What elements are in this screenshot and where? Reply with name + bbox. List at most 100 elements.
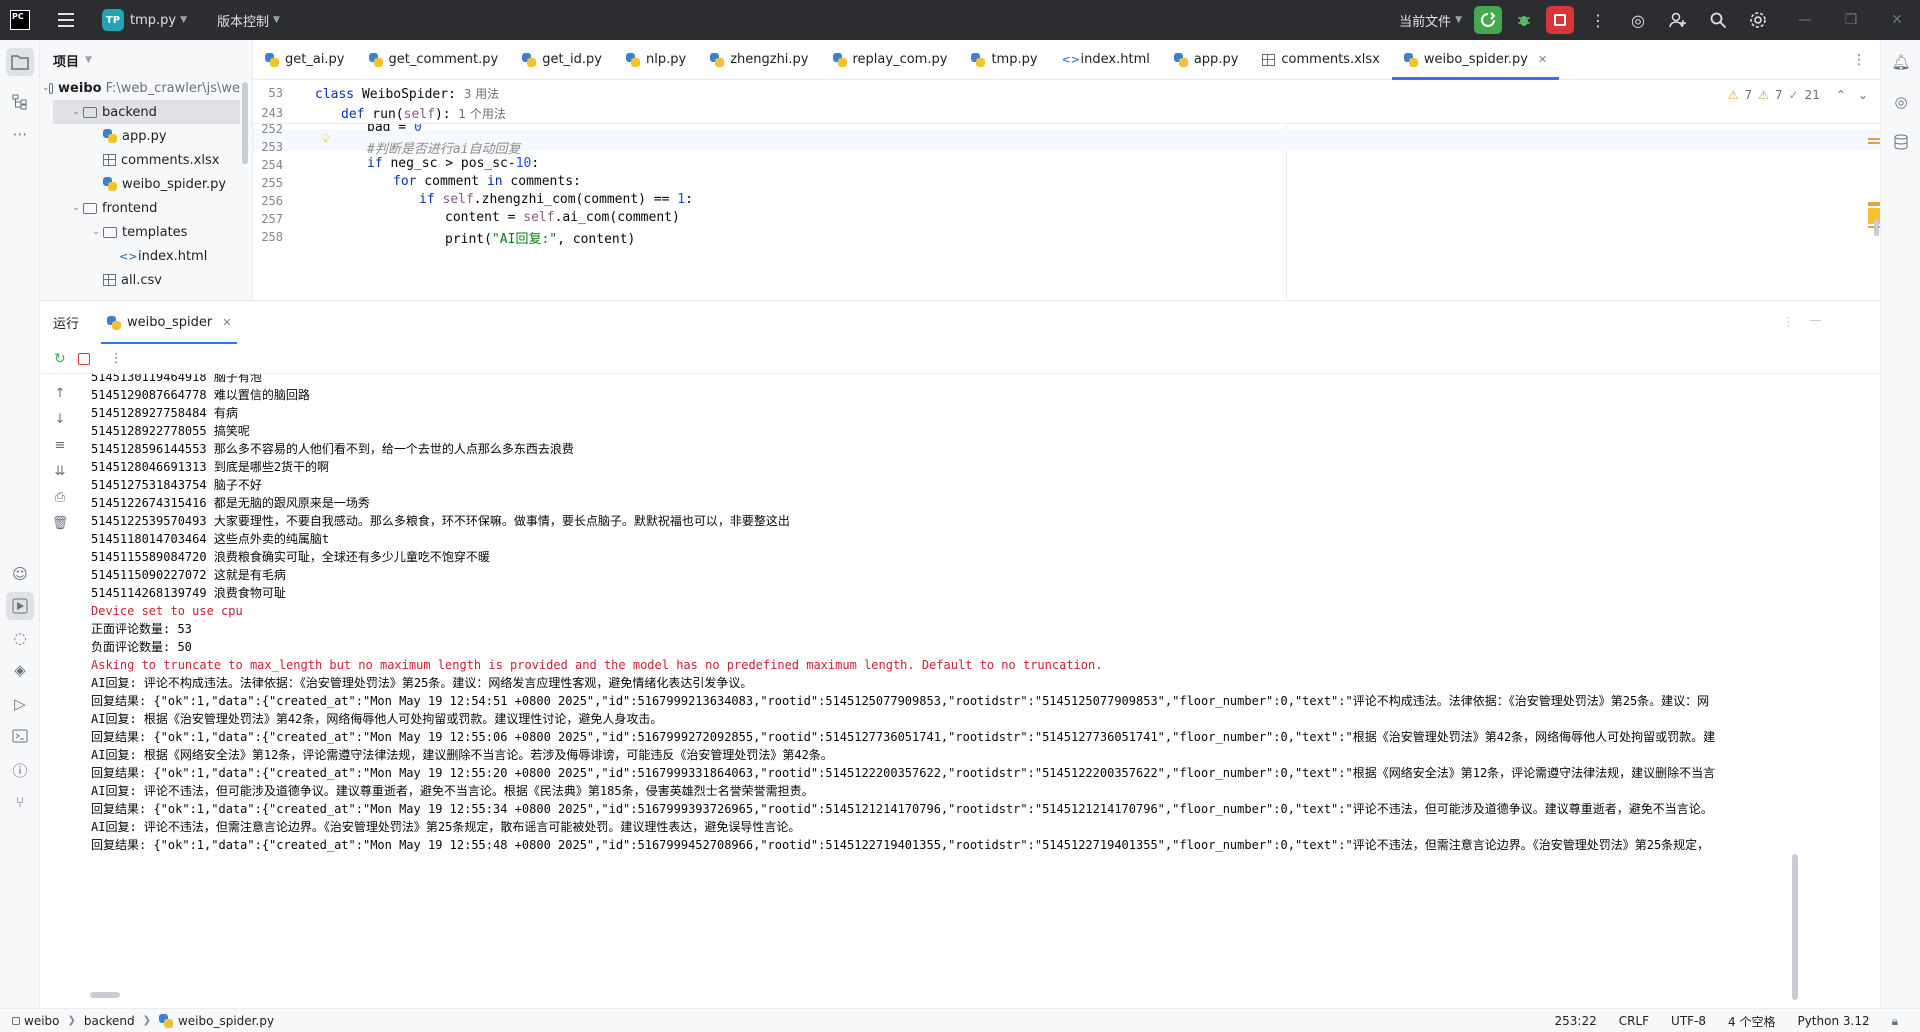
tree-item-comments-xlsx[interactable]: comments.xlsx: [40, 148, 240, 172]
chevron-down-icon[interactable]: ⌄: [42, 83, 50, 93]
close-window-button[interactable]: ✕: [1874, 0, 1920, 40]
soft-wrap-icon[interactable]: ≡: [51, 438, 69, 453]
tab-replay-com-py[interactable]: replay_com.py: [821, 40, 960, 80]
run-config-selector[interactable]: 当前文件: [1399, 11, 1451, 30]
caret-position[interactable]: 253:22: [1555, 1014, 1597, 1028]
main-menu-icon[interactable]: [58, 13, 74, 27]
code-line[interactable]: content = self.ai_com(comment): [445, 210, 680, 225]
terminal-icon[interactable]: [6, 722, 34, 750]
project-tool-icon[interactable]: [6, 48, 34, 76]
console-hscroll-thumb[interactable]: [90, 992, 120, 998]
settings-gear-icon[interactable]: [1742, 4, 1774, 36]
chevron-up-icon[interactable]: ⌃: [1836, 88, 1846, 102]
arrow-up-icon[interactable]: ↑: [51, 386, 69, 401]
print-icon[interactable]: ⎙: [51, 490, 69, 505]
tree-item-weibo-spider-py[interactable]: weibo_spider.py: [40, 172, 240, 196]
console-output[interactable]: 5145130119464918 脑子有泡 5145129087664778 难以…: [80, 374, 1870, 1008]
minimize-button[interactable]: —: [1782, 0, 1828, 40]
tree-item-index-html[interactable]: <> index.html: [40, 244, 240, 268]
python-interpreter[interactable]: Python 3.12: [1797, 1014, 1869, 1028]
tab-comments-xlsx[interactable]: comments.xlsx: [1250, 40, 1391, 80]
tab-get-id-py[interactable]: get_id.py: [510, 40, 614, 80]
tab-app-py[interactable]: app.py: [1162, 40, 1251, 80]
python-packages-icon[interactable]: ◌: [6, 624, 34, 652]
indent-setting[interactable]: 4 个空格: [1728, 1013, 1775, 1030]
chevron-down-icon[interactable]: ⌄: [69, 107, 83, 117]
code-line[interactable]: #判断是否进行ai自动回复: [367, 138, 520, 157]
code-line[interactable]: for comment in comments:: [393, 174, 581, 189]
project-badge[interactable]: TP: [102, 9, 124, 31]
stop-icon[interactable]: [77, 352, 90, 365]
tree-item-templates[interactable]: ⌄ templates: [40, 220, 240, 244]
usages-hint[interactable]: 3 用法: [464, 87, 499, 101]
chevron-down-icon[interactable]: ▼: [85, 55, 92, 65]
stop-button[interactable]: [1546, 6, 1574, 34]
inspection-widget[interactable]: ⚠ 7 ⚠ 7 ✓ 21 ⌃ ⌄: [1728, 88, 1868, 102]
sticky-def-line[interactable]: def run(self): 1 个用法: [341, 105, 506, 122]
more-icon[interactable]: ⋮: [110, 351, 123, 366]
chevron-down-icon[interactable]: ▼: [180, 15, 187, 25]
database-icon[interactable]: [1887, 128, 1915, 156]
tree-item-frontend[interactable]: ⌄ frontend: [40, 196, 240, 220]
layers-icon[interactable]: ◈: [6, 656, 34, 684]
tree-scrollbar[interactable]: [242, 82, 248, 164]
code-line[interactable]: if self.zhengzhi_com(comment) == 1:: [419, 192, 693, 207]
usages-hint[interactable]: 1 个用法: [458, 107, 505, 121]
tab-more-icon[interactable]: ⋮: [1852, 52, 1866, 68]
run-tool-icon[interactable]: [6, 592, 34, 620]
breadcrumb-item[interactable]: backend: [84, 1014, 135, 1028]
problems-icon[interactable]: ⓘ: [6, 756, 34, 784]
more-actions-icon[interactable]: ⋮: [1582, 4, 1614, 36]
chevron-down-icon[interactable]: ⌄: [1858, 88, 1868, 102]
scroll-to-end-icon[interactable]: ⇊: [51, 464, 69, 479]
ai-chat-icon[interactable]: ◎: [1887, 88, 1915, 116]
tree-item-backend[interactable]: ⌄ backend: [53, 100, 240, 124]
run-tab-weibo-spider[interactable]: weibo_spider ✕: [101, 301, 238, 345]
git-icon[interactable]: ⑂: [6, 788, 34, 816]
search-icon[interactable]: [1702, 4, 1734, 36]
lightbulb-icon[interactable]: 💡︎: [321, 132, 330, 147]
rerun-button[interactable]: [1474, 6, 1502, 34]
more-options-icon[interactable]: ⋮: [1782, 315, 1795, 330]
breadcrumb-item[interactable]: weibo_spider.py: [178, 1014, 274, 1028]
tab-tmp-py[interactable]: tmp.py: [959, 40, 1049, 80]
tab-weibo-spider-py[interactable]: weibo_spider.py ✕: [1391, 40, 1560, 80]
hide-panel-icon[interactable]: —: [1809, 313, 1822, 328]
tree-item-app-py[interactable]: app.py: [40, 124, 240, 148]
chevron-down-icon[interactable]: ▼: [273, 15, 280, 25]
tab-get-comment-py[interactable]: get_comment.py: [357, 40, 511, 80]
copilot-icon[interactable]: ☺: [6, 560, 34, 588]
rerun-icon[interactable]: ↻: [54, 351, 66, 367]
tab-zhengzhi-py[interactable]: zhengzhi.py: [698, 40, 820, 80]
ai-assistant-icon[interactable]: ◎: [1622, 4, 1654, 36]
maximize-button[interactable]: ❐: [1828, 0, 1874, 40]
code-line[interactable]: if neg_sc > pos_sc-10:: [367, 156, 539, 171]
notifications-bell-icon[interactable]: 🔔︎: [1887, 48, 1915, 76]
tree-item-weibo[interactable]: ⌄ weibo F:\web_crawler\js\we: [40, 76, 240, 100]
tree-item-all-csv[interactable]: all.csv: [40, 268, 240, 292]
lock-icon[interactable]: 🔒︎: [1892, 1014, 1898, 1029]
project-panel-header[interactable]: 项目 ▼: [40, 40, 252, 80]
more-tools-icon[interactable]: ⋯: [6, 120, 34, 148]
trash-icon[interactable]: 🗑︎: [51, 516, 69, 531]
tab-index-html[interactable]: <> index.html: [1050, 40, 1162, 80]
add-user-icon[interactable]: [1662, 4, 1694, 36]
project-name[interactable]: tmp.py: [130, 13, 176, 28]
chevron-down-icon[interactable]: ⌄: [69, 203, 83, 213]
code-line[interactable]: print("AI回复:", content): [445, 228, 635, 247]
close-icon[interactable]: ✕: [222, 316, 231, 329]
code-editor[interactable]: 53 class WeiboSpider: 3 用法 243 def run(s…: [253, 80, 1880, 300]
breadcrumb-item[interactable]: weibo: [24, 1014, 60, 1028]
close-icon[interactable]: ✕: [1538, 53, 1547, 66]
vcs-menu[interactable]: 版本控制: [217, 11, 269, 30]
sticky-class-line[interactable]: class WeiboSpider: 3 用法: [315, 85, 499, 102]
tab-nlp-py[interactable]: nlp.py: [614, 40, 698, 80]
structure-tool-icon[interactable]: [6, 88, 34, 116]
services-icon[interactable]: ▷: [6, 690, 34, 718]
chevron-down-icon[interactable]: ▼: [1455, 15, 1462, 25]
line-ending[interactable]: CRLF: [1619, 1014, 1649, 1028]
arrow-down-icon[interactable]: ↓: [51, 412, 69, 427]
file-encoding[interactable]: UTF-8: [1671, 1014, 1706, 1028]
debug-button[interactable]: [1510, 6, 1538, 34]
chevron-down-icon[interactable]: ⌄: [89, 227, 103, 237]
